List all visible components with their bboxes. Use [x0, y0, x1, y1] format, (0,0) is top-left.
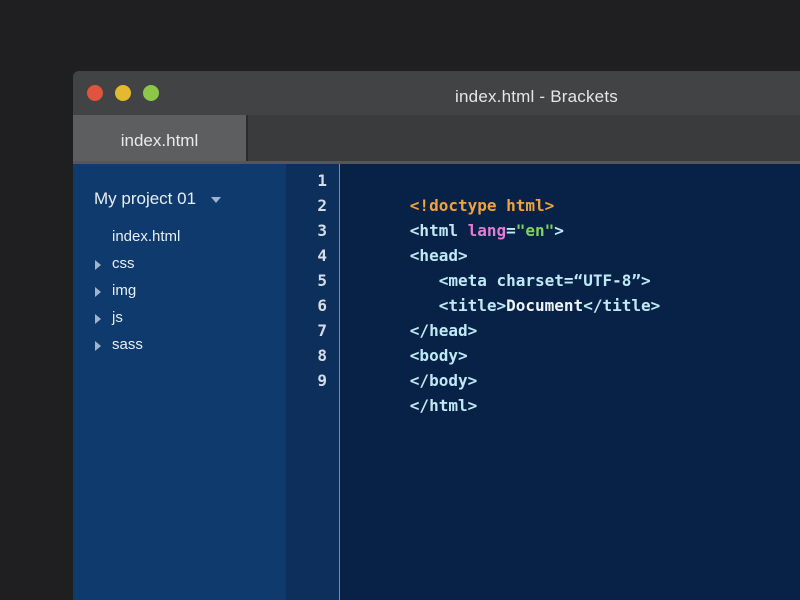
code-editor[interactable]: <!doctype html> <html lang="en"> <head> …: [340, 164, 800, 600]
expand-arrow-icon[interactable]: [95, 287, 101, 297]
line-number: 7: [317, 321, 327, 340]
sidebar-item-label: js: [112, 309, 123, 326]
editor-window: index.html - Brackets index.html My proj…: [73, 71, 800, 600]
line-number: 4: [317, 246, 327, 265]
line-number: 1: [317, 171, 327, 190]
caret-down-icon[interactable]: [211, 197, 221, 203]
attribute-token: lang: [467, 221, 507, 240]
tab-bar: index.html: [73, 115, 800, 164]
title-bar[interactable]: index.html - Brackets: [73, 71, 800, 115]
line-number: 2: [317, 196, 327, 215]
tag-token: >: [554, 221, 564, 240]
code-line[interactable]: </html>: [352, 368, 477, 443]
window-title: index.html - Brackets: [455, 87, 618, 106]
line-number: 6: [317, 296, 327, 315]
equals-token: =: [506, 221, 516, 240]
line-number-gutter: 1 2 3 4 5 6 7 8 9: [286, 164, 340, 600]
line-number: 8: [317, 346, 327, 365]
sidebar-item-label: img: [112, 282, 137, 299]
expand-arrow-icon[interactable]: [95, 341, 101, 351]
sidebar-item-label: css: [112, 255, 135, 272]
line-number: 9: [317, 371, 327, 390]
expand-arrow-icon[interactable]: [95, 314, 101, 324]
line-number: 3: [317, 221, 327, 240]
line-number: 5: [317, 271, 327, 290]
text-token: Document: [506, 296, 584, 315]
sidebar-item-label: index.html: [112, 228, 181, 245]
tag-token: </html>: [409, 396, 478, 415]
project-sidebar: My project 01 index.html css img js sass: [73, 164, 286, 600]
tab-index-html[interactable]: index.html: [73, 115, 248, 161]
project-title[interactable]: My project 01: [94, 189, 196, 209]
expand-arrow-icon[interactable]: [95, 260, 101, 270]
string-token: "en": [515, 221, 555, 240]
sidebar-item-label: sass: [112, 336, 143, 353]
tag-token: </title>: [583, 296, 661, 315]
